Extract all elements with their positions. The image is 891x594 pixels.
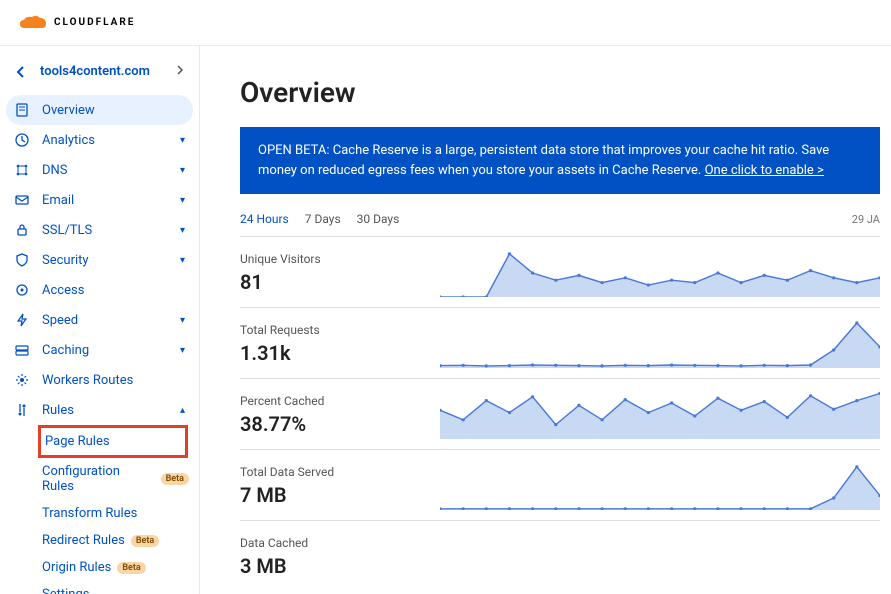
lock-icon	[14, 222, 30, 238]
time-date: 29 JA	[852, 213, 880, 226]
access-icon	[14, 282, 30, 298]
caret-down-icon: ▾	[180, 195, 185, 206]
caret-up-icon: ▴	[180, 405, 185, 416]
sidebar-subitem-page-rules[interactable]: Page Rules	[38, 425, 188, 458]
sidebar-item-label: SSL/TLS	[42, 223, 92, 238]
sidebar-item-overview[interactable]: Overview	[6, 95, 193, 125]
stat-total-requests: Total Requests 1.31k	[240, 307, 880, 378]
sidebar-item-analytics[interactable]: Analytics ▾	[0, 125, 199, 155]
stat-data-cached: Data Cached 3 MB	[240, 520, 880, 591]
time-tab-24-hours[interactable]: 24 Hours	[240, 212, 289, 226]
sidebar-item-label: Workers Routes	[42, 373, 133, 388]
dns-icon	[14, 162, 30, 178]
sidebar-subitem-label: Origin Rules	[42, 560, 111, 575]
stat-value: 1.31k	[240, 341, 440, 365]
stat-label: Unique Visitors	[240, 252, 440, 266]
sidebar-item-rules[interactable]: Rules ▴	[0, 395, 199, 425]
sidebar-item-access[interactable]: Access	[0, 275, 199, 305]
sparkline-chart	[440, 391, 880, 439]
sparkline-chart	[440, 249, 880, 297]
beta-badge: Beta	[161, 473, 189, 485]
page-icon	[14, 102, 30, 118]
sidebar-subnav: Page Rules Configuration Rules Beta Transfo…	[0, 425, 199, 594]
shield-icon	[14, 252, 30, 268]
sidebar-subitem-redirect-rules[interactable]: Redirect Rules Beta	[42, 527, 199, 554]
sidebar-item-dns[interactable]: DNS ▾	[0, 155, 199, 185]
sidebar-item-label: Analytics	[42, 133, 95, 148]
caret-down-icon: ▾	[180, 315, 185, 326]
main-content: Overview OPEN BETA: Cache Reserve is a l…	[200, 46, 891, 594]
banner-prefix: OPEN BETA:	[258, 143, 333, 158]
sidebar-item-label: Rules	[42, 403, 74, 418]
stat-value: 81	[240, 270, 440, 294]
sparkline-chart	[440, 533, 880, 581]
stat-label: Total Data Served	[240, 465, 440, 479]
time-tab-7-days[interactable]: 7 Days	[305, 212, 341, 226]
time-range-tabs: 24 Hours 7 Days 30 Days 29 JA	[240, 212, 880, 226]
sidebar-subitem-label: Configuration Rules	[42, 464, 155, 494]
sidebar-item-caching[interactable]: Caching ▾	[0, 335, 199, 365]
sidebar-subitem-configuration-rules[interactable]: Configuration Rules Beta	[42, 458, 199, 500]
sidebar-subitem-settings[interactable]: Settings	[42, 581, 199, 594]
stat-unique-visitors: Unique Visitors 81	[240, 236, 880, 307]
mail-icon	[14, 192, 30, 208]
banner-link[interactable]: One click to enable >	[705, 163, 824, 178]
stat-total-data-served: Total Data Served 7 MB	[240, 449, 880, 520]
beta-badge: Beta	[117, 562, 145, 574]
clock-icon	[14, 132, 30, 148]
sidebar-item-label: Overview	[42, 103, 95, 118]
sidebar-item-label: Security	[42, 253, 89, 268]
sidebar-item-email[interactable]: Email ▾	[0, 185, 199, 215]
caret-down-icon: ▾	[180, 255, 185, 266]
stat-label: Percent Cached	[240, 394, 440, 408]
sidebar-item-label: Speed	[42, 313, 78, 328]
stat-label: Data Cached	[240, 536, 440, 550]
sidebar-item-workers-routes[interactable]: Workers Routes	[0, 365, 199, 395]
site-selector[interactable]: tools4content.com	[0, 56, 199, 87]
stat-percent-cached: Percent Cached 38.77%	[240, 378, 880, 449]
sidebar-item-label: Access	[42, 283, 84, 298]
sparkline-chart	[440, 462, 880, 510]
drive-icon	[14, 342, 30, 358]
brand-logo[interactable]: CLOUDFLARE	[18, 14, 135, 32]
page-title: Overview	[240, 76, 891, 109]
workers-icon	[14, 372, 30, 388]
sidebar-item-label: DNS	[42, 163, 68, 178]
topbar: CLOUDFLARE	[0, 0, 891, 46]
sidebar-item-label: Email	[42, 193, 74, 208]
stat-label: Total Requests	[240, 323, 440, 337]
sidebar-subitem-label: Settings	[42, 587, 89, 594]
bolt-icon	[14, 312, 30, 328]
sidebar-subitem-label: Transform Rules	[42, 506, 137, 521]
stat-value: 7 MB	[240, 483, 440, 507]
sidebar-item-ssl-tls[interactable]: SSL/TLS ▾	[0, 215, 199, 245]
stat-value: 38.77%	[240, 412, 440, 436]
brand-name: CLOUDFLARE	[54, 17, 135, 28]
stats-list: Unique Visitors 81 Total Requests 1.31k Perc…	[240, 236, 891, 591]
sidebar-subitem-label: Redirect Rules	[42, 533, 125, 548]
sidebar: tools4content.com Overview Analytics ▾ DNS ▾…	[0, 46, 200, 594]
caret-down-icon: ▾	[180, 345, 185, 356]
sparkline-chart	[440, 320, 880, 368]
time-tab-30-days[interactable]: 30 Days	[357, 212, 400, 226]
sidebar-subitem-transform-rules[interactable]: Transform Rules	[42, 500, 199, 527]
sidebar-subitem-label: Page Rules	[45, 434, 110, 449]
rules-icon	[14, 402, 30, 418]
sidebar-item-label: Caching	[42, 343, 89, 358]
caret-down-icon: ▾	[180, 225, 185, 236]
cloud-icon	[18, 14, 48, 32]
back-arrow-icon[interactable]	[14, 65, 30, 79]
caret-down-icon: ▾	[180, 135, 185, 146]
caret-down-icon: ▾	[180, 165, 185, 176]
sidebar-subitem-origin-rules[interactable]: Origin Rules Beta	[42, 554, 199, 581]
beta-badge: Beta	[131, 535, 159, 547]
chevron-right-icon[interactable]	[175, 64, 185, 79]
sidebar-item-security[interactable]: Security ▾	[0, 245, 199, 275]
sidebar-item-speed[interactable]: Speed ▾	[0, 305, 199, 335]
sidebar-nav: OverviewAnalytics▾DNS▾Email▾SSL/TLS▾Secu…	[0, 95, 199, 594]
beta-banner: OPEN BETA: Cache Reserve is a large, per…	[240, 127, 880, 194]
site-domain: tools4content.com	[40, 64, 150, 79]
stat-value: 3 MB	[240, 554, 440, 578]
